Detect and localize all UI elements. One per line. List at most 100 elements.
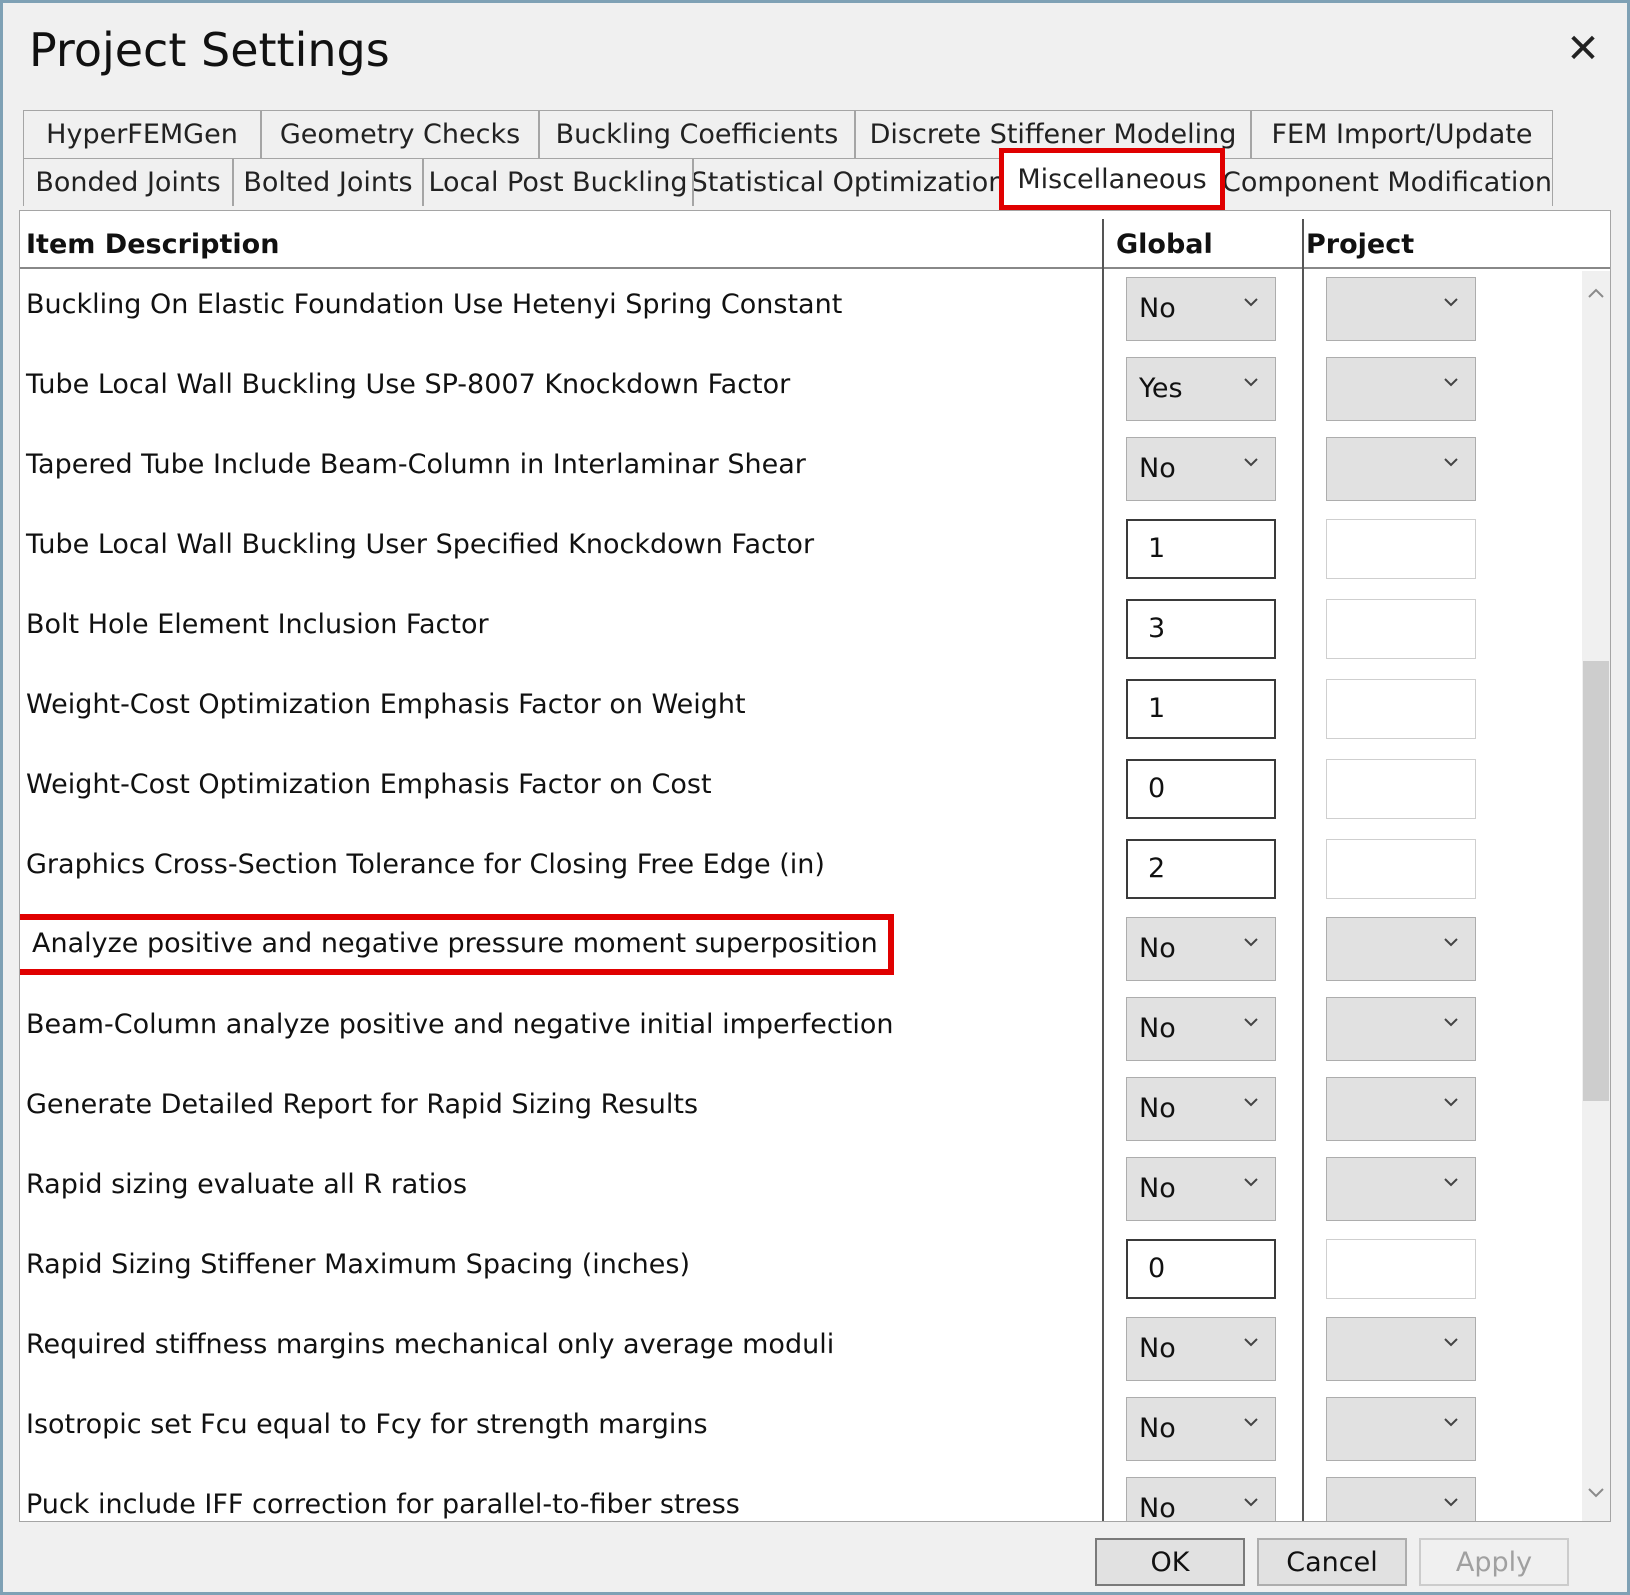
chevron-down-icon [1244, 1018, 1258, 1027]
project-dropdown[interactable] [1326, 1157, 1476, 1221]
project-input[interactable] [1326, 599, 1476, 659]
scroll-down-icon[interactable] [1586, 1483, 1606, 1503]
table-row: Tapered Tube Include Beam-Column in Inte… [20, 429, 1580, 509]
table-row: Weight-Cost Optimization Emphasis Factor… [20, 749, 1580, 829]
project-dropdown[interactable] [1326, 917, 1476, 981]
tab-geometry-checks[interactable]: Geometry Checks [261, 110, 539, 158]
item-description: Tube Local Wall Buckling User Specified … [26, 529, 815, 560]
item-description: Tapered Tube Include Beam-Column in Inte… [26, 449, 806, 480]
project-dropdown[interactable] [1326, 1317, 1476, 1381]
header-item-description: Item Description [26, 229, 280, 260]
item-description: Analyze positive and negative pressure m… [20, 914, 894, 975]
header-project: Project [1306, 229, 1415, 260]
item-description: Isotropic set Fcu equal to Fcy for stren… [26, 1409, 708, 1440]
global-input[interactable]: 3 [1126, 599, 1276, 659]
global-dropdown[interactable]: No [1126, 1397, 1276, 1461]
table-row: Required stiffness margins mechanical on… [20, 1309, 1580, 1389]
ok-button[interactable]: OK [1095, 1538, 1245, 1586]
project-dropdown[interactable] [1326, 357, 1476, 421]
global-dropdown[interactable]: No [1126, 997, 1276, 1061]
chevron-down-icon [1244, 1098, 1258, 1107]
table-row: Graphics Cross-Section Tolerance for Clo… [20, 829, 1580, 909]
global-dropdown[interactable]: Yes [1126, 357, 1276, 421]
item-description: Generate Detailed Report for Rapid Sizin… [26, 1089, 699, 1120]
apply-button[interactable]: Apply [1419, 1538, 1569, 1586]
chevron-down-icon [1444, 1418, 1458, 1427]
vertical-scrollbar[interactable] [1582, 271, 1610, 1521]
project-input[interactable] [1326, 679, 1476, 739]
tab-row-2: Bonded Joints Bolted Joints Local Post B… [23, 148, 1613, 210]
tab-local-post-buckling[interactable]: Local Post Buckling [423, 158, 693, 206]
item-description: Weight-Cost Optimization Emphasis Factor… [26, 769, 712, 800]
project-dropdown[interactable] [1326, 1077, 1476, 1141]
project-settings-dialog: Project Settings ✕ HyperFEMGen Geometry … [0, 0, 1630, 1595]
tab-component-modification[interactable]: Component Modification [1221, 158, 1553, 206]
project-dropdown[interactable] [1326, 1477, 1476, 1521]
scrollbar-thumb[interactable] [1583, 661, 1609, 1101]
chevron-down-icon [1244, 378, 1258, 387]
global-value: 2 [1148, 853, 1166, 884]
global-value: Yes [1139, 373, 1183, 404]
chevron-down-icon [1444, 1178, 1458, 1187]
chevron-down-icon [1444, 298, 1458, 307]
chevron-down-icon [1444, 378, 1458, 387]
global-dropdown[interactable]: No [1126, 437, 1276, 501]
tab-hyperfemgen[interactable]: HyperFEMGen [23, 110, 261, 158]
global-value: No [1139, 1333, 1176, 1364]
global-dropdown[interactable]: No [1126, 1317, 1276, 1381]
project-dropdown[interactable] [1326, 1397, 1476, 1461]
tab-discrete-stiffener-modeling[interactable]: Discrete Stiffener Modeling [855, 110, 1251, 158]
global-dropdown[interactable]: No [1126, 1477, 1276, 1521]
table-row: Generate Detailed Report for Rapid Sizin… [20, 1069, 1580, 1149]
table-row: Buckling On Elastic Foundation Use Heten… [20, 269, 1580, 349]
global-value: 1 [1148, 693, 1166, 724]
chevron-down-icon [1244, 298, 1258, 307]
scroll-up-icon[interactable] [1586, 283, 1606, 303]
global-dropdown[interactable]: No [1126, 1077, 1276, 1141]
project-input[interactable] [1326, 519, 1476, 579]
item-description: Rapid Sizing Stiffener Maximum Spacing (… [26, 1249, 691, 1280]
project-dropdown[interactable] [1326, 437, 1476, 501]
tab-fem-import-update[interactable]: FEM Import/Update [1251, 110, 1553, 158]
item-description: Tube Local Wall Buckling Use SP-8007 Kno… [26, 369, 791, 400]
global-input[interactable]: 1 [1126, 519, 1276, 579]
table-row: Isotropic set Fcu equal to Fcy for stren… [20, 1389, 1580, 1469]
global-value: No [1139, 1413, 1176, 1444]
chevron-down-icon [1444, 1018, 1458, 1027]
chevron-down-icon [1444, 458, 1458, 467]
global-input[interactable]: 0 [1126, 1239, 1276, 1299]
item-description: Required stiffness margins mechanical on… [26, 1329, 835, 1360]
table-row: Bolt Hole Element Inclusion Factor 3 [20, 589, 1580, 669]
global-value: No [1139, 293, 1176, 324]
chevron-down-icon [1444, 938, 1458, 947]
project-input[interactable] [1326, 759, 1476, 819]
close-icon[interactable]: ✕ [1559, 25, 1607, 73]
project-input[interactable] [1326, 839, 1476, 899]
global-value: No [1139, 1173, 1176, 1204]
project-input[interactable] [1326, 1239, 1476, 1299]
table-row: Analyze positive and negative pressure m… [20, 909, 1580, 989]
global-value: 1 [1148, 533, 1166, 564]
chevron-down-icon [1444, 1498, 1458, 1507]
global-input[interactable]: 0 [1126, 759, 1276, 819]
global-input[interactable]: 1 [1126, 679, 1276, 739]
project-dropdown[interactable] [1326, 997, 1476, 1061]
global-value: No [1139, 453, 1176, 484]
table-row: Beam-Column analyze positive and negativ… [20, 989, 1580, 1069]
chevron-down-icon [1444, 1338, 1458, 1347]
global-input[interactable]: 2 [1126, 839, 1276, 899]
global-value: No [1139, 1013, 1176, 1044]
tab-miscellaneous[interactable]: Miscellaneous [999, 148, 1225, 210]
tab-buckling-coefficients[interactable]: Buckling Coefficients [539, 110, 855, 158]
global-dropdown[interactable]: No [1126, 917, 1276, 981]
global-value: 3 [1148, 613, 1166, 644]
item-description: Beam-Column analyze positive and negativ… [26, 1009, 894, 1040]
global-dropdown[interactable]: No [1126, 1157, 1276, 1221]
tab-bolted-joints[interactable]: Bolted Joints [233, 158, 423, 206]
project-dropdown[interactable] [1326, 277, 1476, 341]
global-dropdown[interactable]: No [1126, 277, 1276, 341]
tab-statistical-optimization[interactable]: Statistical Optimization [693, 158, 1003, 206]
tab-bonded-joints[interactable]: Bonded Joints [23, 158, 233, 206]
item-description: Buckling On Elastic Foundation Use Heten… [26, 289, 843, 320]
cancel-button[interactable]: Cancel [1257, 1538, 1407, 1586]
